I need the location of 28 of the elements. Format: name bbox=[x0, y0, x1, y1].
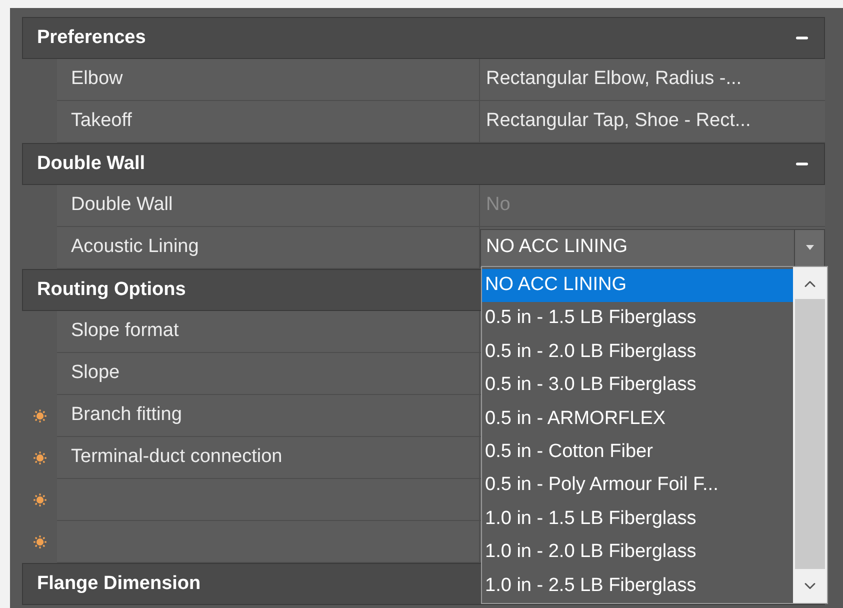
property-name: Branch fitting bbox=[71, 403, 182, 428]
dropdown-button[interactable] bbox=[794, 230, 824, 266]
section-header[interactable]: Double Wall bbox=[22, 143, 825, 185]
section-header[interactable]: Preferences bbox=[22, 17, 825, 59]
property-name: Takeoff bbox=[71, 109, 132, 134]
dropdown-option[interactable]: 0.5 in - Poly Armour Foil F... bbox=[482, 468, 793, 502]
section-title: Routing Options bbox=[37, 278, 186, 302]
dropdown-option[interactable]: 0.5 in - Cotton Fiber bbox=[482, 436, 793, 469]
section-title: Double Wall bbox=[37, 152, 146, 176]
section-title: Preferences bbox=[37, 26, 146, 50]
property-name: Double Wall bbox=[71, 193, 173, 218]
property-name: Slope bbox=[71, 361, 120, 386]
dropdown-option[interactable]: 0.5 in - 2.0 LB Fiberglass bbox=[482, 335, 793, 369]
scrollbar[interactable] bbox=[793, 266, 827, 602]
property-value: Rectangular Elbow, Radius -... bbox=[485, 67, 743, 92]
property-value: Rectangular Tap, Shoe - Rect... bbox=[485, 109, 752, 134]
section-title: Flange Dimension bbox=[37, 572, 201, 596]
dropdown-option[interactable]: 0.5 in - 3.0 LB Fiberglass bbox=[482, 368, 793, 402]
property-name: Acoustic Lining bbox=[71, 235, 199, 260]
property-name: Terminal-duct connection bbox=[71, 445, 282, 470]
dropdown-option[interactable]: 1.0 in - 2.5 LB Fiberglass bbox=[482, 569, 793, 603]
caret-icon bbox=[806, 245, 814, 250]
dropdown-option[interactable]: NO ACC LINING bbox=[482, 268, 793, 302]
property-name: Elbow bbox=[71, 67, 123, 92]
scrollbar-thumb[interactable] bbox=[795, 298, 825, 568]
property-name: Slope format bbox=[71, 319, 179, 344]
dropdown-option[interactable]: 1.0 in - 1.5 LB Fiberglass bbox=[482, 502, 793, 536]
dropdown-option[interactable]: 0.5 in - ARMORFLEX bbox=[482, 402, 793, 436]
